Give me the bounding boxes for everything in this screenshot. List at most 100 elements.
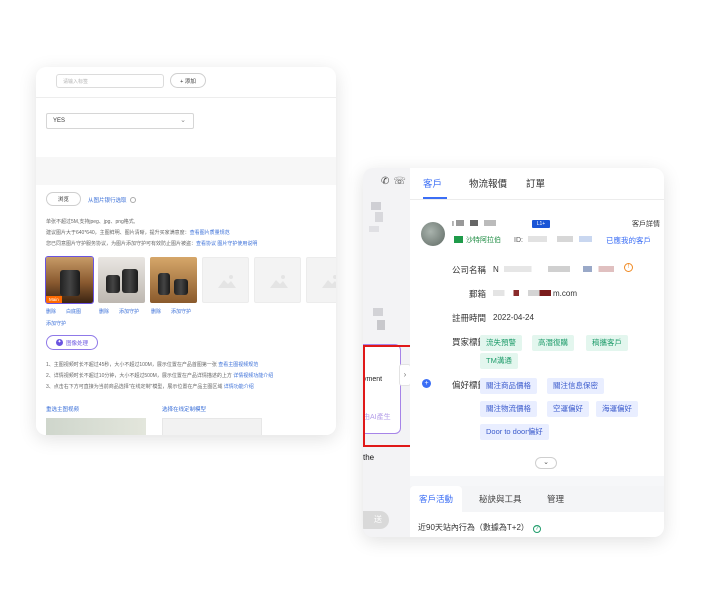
guard-help-link[interactable]: 图片守护使用说明: [217, 241, 257, 247]
redacted-company: [504, 266, 615, 272]
product-image-thumb[interactable]: [98, 257, 145, 303]
buyer-tag[interactable]: 流失預警: [480, 335, 522, 351]
add-tag-button[interactable]: + 添加: [170, 73, 206, 88]
custom-model-preview[interactable]: [162, 418, 262, 435]
customer-card: 客戶 物流報價 訂單 I L1+ 客戶詳情 沙特阿拉伯 ID: 已應我的客戶 公…: [410, 168, 664, 476]
redacted-block: [377, 320, 385, 330]
tab-customer-activity[interactable]: 客戶活動: [410, 486, 463, 512]
product-image: [174, 279, 188, 295]
delete-link[interactable]: 删除: [151, 308, 161, 315]
tab-customer[interactable]: 客戶: [423, 176, 442, 190]
tab-logistics-quote[interactable]: 物流報價: [469, 176, 507, 190]
preference-tag[interactable]: 關注信息保密: [547, 378, 604, 394]
preference-tag[interactable]: 海運偏好: [596, 401, 638, 417]
add-guard-link[interactable]: 添加守护: [171, 308, 191, 315]
sidebar-tabs: 客戶 物流報價 訂單: [410, 168, 664, 200]
customer-name: I: [452, 220, 496, 228]
empty-image-slot[interactable]: [202, 257, 249, 303]
company-name-value: N: [493, 265, 615, 274]
upload-help: 单张不超过5M,支持jpeg、jpg、png格式, 建议图片大于640*640，…: [46, 217, 331, 250]
preference-tag[interactable]: 關注商品價格: [480, 378, 537, 394]
customer-detail-link[interactable]: 客戶詳情: [632, 219, 660, 229]
buyer-tag[interactable]: TM溝通: [480, 353, 518, 369]
saudi-flag-icon: [454, 236, 463, 243]
tab-tips-tools[interactable]: 秘訣與工具: [470, 486, 531, 512]
delete-link[interactable]: 删除: [46, 308, 56, 315]
buyer-tag[interactable]: 高潛復購: [532, 335, 574, 351]
detail-video-intro-link[interactable]: 详情视频功能介绍: [233, 373, 273, 379]
buyer-tags-label: 買家標籤: [451, 337, 486, 347]
delete-link[interactable]: 删除: [99, 308, 109, 315]
quality-guide-link[interactable]: 查看图片质量规范: [190, 230, 230, 236]
reselect-main-video-link[interactable]: 重选主图视频: [46, 405, 79, 413]
redacted-id: [527, 236, 592, 242]
product-image: [158, 273, 170, 295]
tab-orders[interactable]: 訂單: [526, 176, 545, 190]
active-tab-indicator: [423, 197, 447, 199]
message-text: the: [363, 453, 375, 462]
buyer-tag[interactable]: 稿攜客戶: [586, 335, 628, 351]
yes-select[interactable]: YES ⌄: [46, 113, 194, 129]
help-line: 您已同意图片守护服务协议，为图片添加守护可有效防止图片被盗：查看协议 图片守护使…: [46, 241, 258, 247]
info-icon[interactable]: !: [624, 263, 633, 272]
my-visitor-link[interactable]: 已應我的客戶: [606, 235, 651, 246]
note-line: 3、点击右下方可直接为当前商品选择"在线定制"模型，展示位置在产品主图区域 详情…: [46, 384, 254, 390]
chevron-down-icon: ⌄: [543, 459, 549, 466]
redacted-email: [493, 290, 551, 296]
tag-input[interactable]: 请输入标签: [56, 74, 164, 88]
company-name-label: 公司名稱: [451, 265, 486, 275]
product-editor-panel: 请输入标签 + 添加 YES ⌄ 浏览 从图片银行选取 单张不超过5M,支持jp…: [36, 67, 336, 435]
product-image-thumb[interactable]: [150, 257, 197, 303]
select-custom-model-link[interactable]: 选择在线定制模型: [162, 405, 206, 413]
detail-intro-link[interactable]: 详情功能介绍: [224, 384, 254, 390]
browse-button[interactable]: 浏览: [46, 192, 81, 206]
register-time-value: 2022-04-24: [493, 313, 534, 322]
email-label: 郵箱: [468, 289, 486, 299]
customer-id-label: ID:: [514, 236, 592, 244]
call-icons: ✆☏: [381, 176, 410, 187]
magic-icon: ✦: [55, 339, 63, 346]
agreement-link[interactable]: 查看协议: [196, 241, 216, 247]
white-bg-link[interactable]: 白底图: [66, 308, 81, 315]
register-time-label: 註冊時間: [451, 313, 486, 323]
preference-tags-label: 偏好標籤: [451, 380, 486, 390]
empty-image-slot[interactable]: [306, 257, 336, 303]
image-thumbnails: Main: [45, 256, 336, 305]
note-line: 2、详情视频时长不超过10分钟，大小不超过500M，展示位置在产品详情描述的上方…: [46, 373, 274, 379]
expand-button[interactable]: ⌄: [535, 457, 557, 469]
add-guard-link[interactable]: 添加守护: [46, 320, 66, 327]
redacted-block: [373, 308, 383, 316]
activity-card: 客戶活動 秘訣與工具 管理 近90天站內行為（數據為T+2）?: [410, 486, 664, 537]
video-notes: 1、主图视频时长不超过45秒，大小不超过100M，展示位置在产品首图第一张 查看…: [46, 360, 331, 393]
product-image: [122, 269, 138, 293]
yes-select-value: YES: [53, 118, 66, 124]
avatar[interactable]: [421, 222, 445, 246]
image-process-button[interactable]: ✦ 图像处理: [46, 335, 98, 350]
redacted-block: [375, 212, 383, 222]
main-video-preview[interactable]: [46, 418, 146, 435]
product-image-thumb[interactable]: Main: [45, 256, 94, 304]
image-placeholder-icon: [270, 275, 288, 288]
activity-tabs: 客戶活動 秘訣與工具 管理: [410, 486, 664, 512]
tag-section: 请输入标签 + 添加 YES ⌄: [36, 67, 336, 155]
redacted-name: [455, 220, 496, 226]
phone-icon[interactable]: ✆: [381, 176, 393, 187]
image-placeholder-icon: [322, 275, 336, 288]
tab-manage[interactable]: 管理: [538, 486, 573, 512]
preference-tag[interactable]: Door to door偏好: [480, 424, 549, 440]
email-value: m.com: [493, 289, 577, 298]
image-process-label: 图像处理: [65, 340, 88, 347]
empty-image-slot[interactable]: [254, 257, 301, 303]
image-library-label: 从图片银行选取: [88, 198, 127, 204]
image-library-link[interactable]: 从图片银行选取: [88, 196, 136, 204]
preference-tag[interactable]: 空運偏好: [547, 401, 589, 417]
phone-alt-icon[interactable]: ☏: [393, 176, 410, 187]
preference-tag[interactable]: 關注物流價格: [480, 401, 537, 417]
divider: [36, 97, 336, 98]
main-badge: Main: [46, 296, 62, 303]
send-button[interactable]: 送: [363, 511, 389, 529]
help-icon[interactable]: ?: [532, 525, 541, 533]
add-guard-link[interactable]: 添加守护: [119, 308, 139, 315]
main-video-guide-link[interactable]: 查看主图视频规范: [218, 362, 258, 368]
country-label: 沙特阿拉伯: [466, 237, 501, 244]
